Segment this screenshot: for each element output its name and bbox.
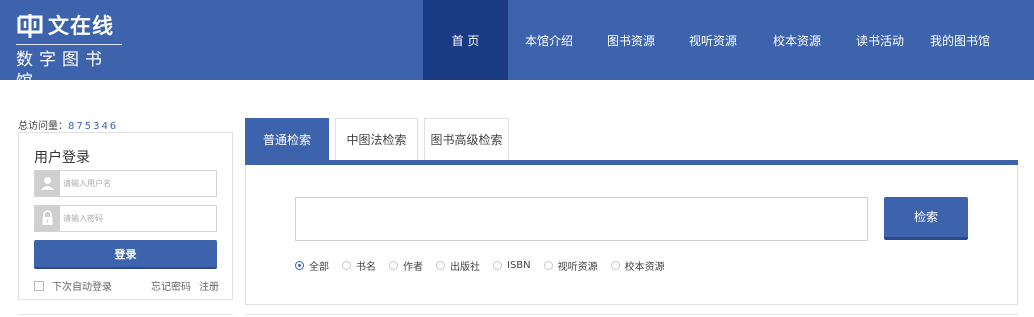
scope-option-label: 校本资源 (624, 262, 665, 273)
section-divider (245, 314, 1018, 315)
scope-option-label: 视听资源 (557, 262, 598, 273)
scope-option-label: 作者 (403, 262, 423, 273)
site-header: 文在线 数字图书馆 首 页 本馆介绍 图书资源 视听资源 校本资源 读书活动 我… (0, 0, 1034, 92)
visit-count: 875346 (68, 121, 119, 132)
book-logo-icon (17, 14, 43, 38)
scope-option-all[interactable]: 全部 (295, 258, 329, 273)
logo-subtitle: 数字图书馆 (16, 50, 108, 92)
lock-icon (35, 206, 60, 231)
nav-my-library[interactable]: 我的图书馆 (922, 0, 998, 80)
section-divider (18, 314, 233, 315)
logo-divider (16, 44, 122, 45)
tab-basic-search[interactable]: 普通检索 (245, 118, 329, 160)
scope-option-title[interactable]: 书名 (342, 258, 376, 273)
register-link[interactable]: 注册 (199, 278, 219, 293)
nav-reading-activities[interactable]: 读书活动 (846, 0, 914, 80)
scope-option-school[interactable]: 校本资源 (610, 258, 665, 273)
login-title: 用户登录 (34, 150, 90, 166)
visit-label: 总访问量： (18, 121, 68, 132)
site-logo[interactable]: 文在线 数字图书馆 (16, 12, 126, 92)
scope-option-isbn[interactable]: ISBN (493, 260, 531, 271)
user-icon (35, 171, 60, 196)
radio-selected-icon (295, 261, 304, 270)
login-panel: 用户登录 登录 下次自动登录 忘记密码 注册 (18, 132, 233, 300)
search-input[interactable] (295, 197, 868, 241)
username-field[interactable] (34, 170, 217, 197)
scope-option-av[interactable]: 视听资源 (543, 258, 598, 273)
scope-option-label: 全部 (309, 262, 329, 273)
radio-icon (543, 261, 553, 270)
nav-book-resources[interactable]: 图书资源 (597, 0, 665, 80)
scope-option-label: 书名 (356, 262, 376, 273)
auto-login-option[interactable]: 下次自动登录 (34, 278, 112, 293)
radio-icon (610, 261, 620, 270)
scope-option-author[interactable]: 作者 (389, 258, 423, 273)
nav-about[interactable]: 本馆介绍 (515, 0, 583, 80)
username-input[interactable] (63, 171, 213, 196)
nav-home[interactable]: 首 页 (423, 0, 508, 80)
scope-option-label: ISBN (507, 260, 531, 271)
forgot-password-link[interactable]: 忘记密码 (151, 278, 191, 293)
visit-counter: 总访问量：875346 (18, 117, 118, 132)
search-panel: 检索 全部 书名 作者 出版社 ISBN 视听资源 校本资源 (245, 165, 1018, 305)
password-input[interactable] (63, 206, 213, 231)
radio-icon (342, 261, 351, 270)
search-button[interactable]: 检索 (884, 197, 968, 240)
auto-login-label: 下次自动登录 (52, 282, 112, 293)
scope-option-publisher[interactable]: 出版社 (436, 258, 480, 273)
tab-advanced-search[interactable]: 图书高级检索 (424, 118, 509, 160)
radio-icon (389, 261, 398, 270)
logo-title: 文在线 (48, 14, 114, 38)
tab-clc-search[interactable]: 中图法检索 (335, 118, 418, 160)
scope-option-label: 出版社 (450, 262, 480, 273)
login-button[interactable]: 登录 (34, 240, 217, 269)
nav-school-resources[interactable]: 校本资源 (763, 0, 831, 80)
password-field[interactable] (34, 205, 217, 232)
radio-icon (493, 261, 502, 270)
auto-login-checkbox[interactable] (34, 280, 44, 291)
search-scope-options: 全部 书名 作者 出版社 ISBN 视听资源 校本资源 (295, 258, 678, 273)
radio-icon (436, 261, 445, 270)
nav-av-resources[interactable]: 视听资源 (679, 0, 747, 80)
